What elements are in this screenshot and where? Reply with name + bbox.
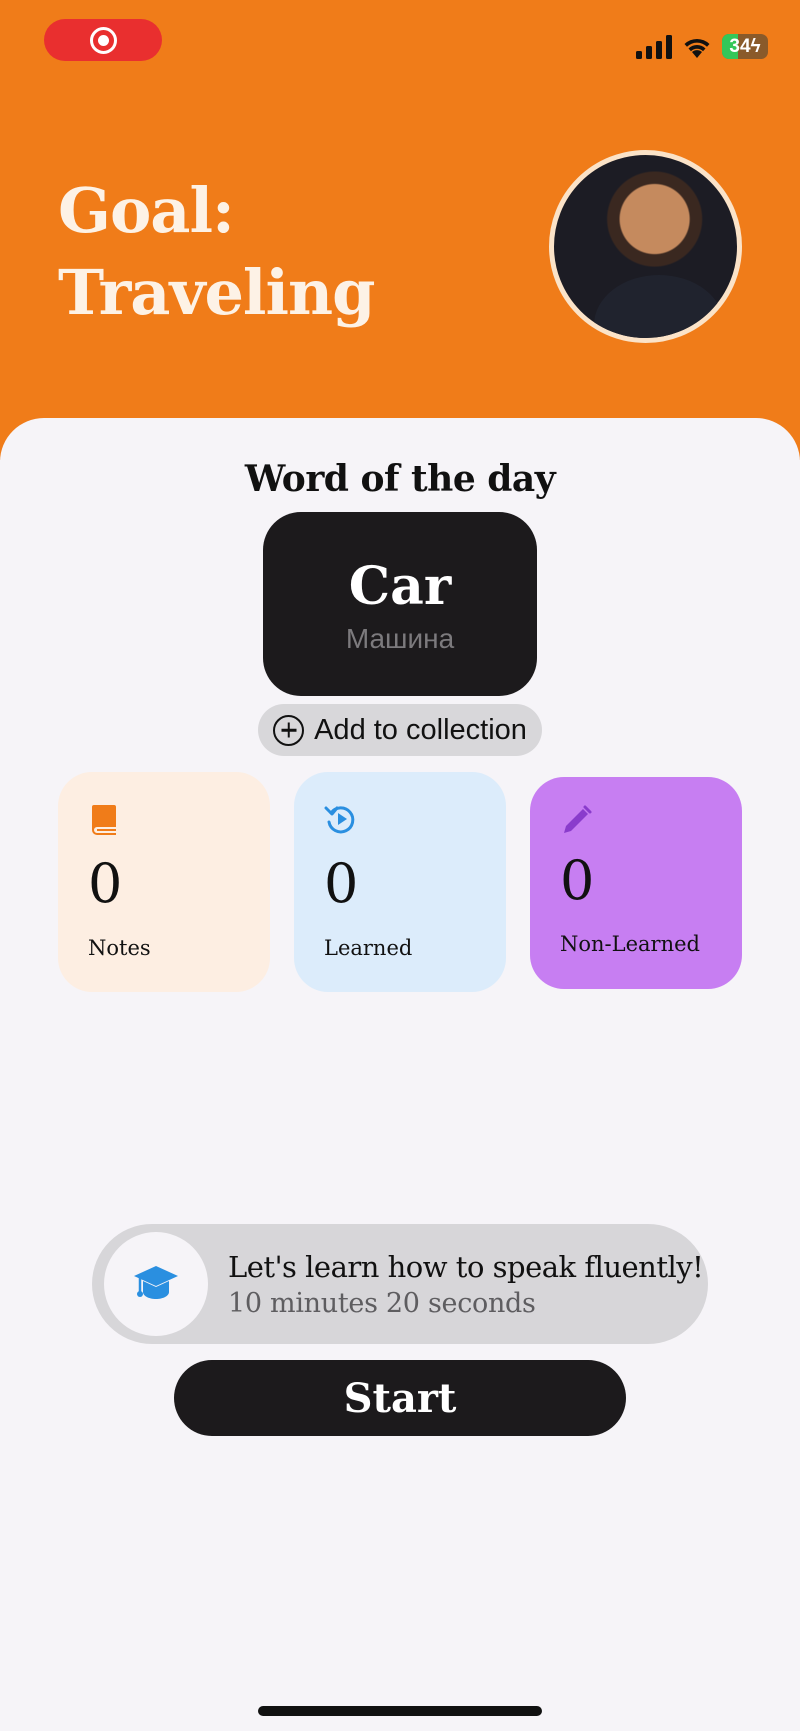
learned-label: Learned	[324, 936, 413, 960]
learned-count: 0	[324, 852, 359, 915]
cellular-signal-icon	[636, 34, 672, 59]
screen-recording-icon	[89, 26, 117, 54]
status-bar-icons: 34ϟ	[636, 34, 768, 59]
battery-indicator: 34ϟ	[722, 34, 768, 59]
word-of-day-heading: Word of the day	[244, 458, 556, 500]
notes-count: 0	[88, 852, 123, 915]
battery-level-text: 34	[729, 35, 751, 57]
home-indicator[interactable]	[258, 1706, 542, 1716]
book-icon	[92, 805, 116, 835]
goal-value: Traveling	[58, 256, 375, 329]
start-button[interactable]: Start	[174, 1360, 626, 1436]
goal-label: Goal:	[58, 174, 235, 247]
learned-stat-card[interactable]: 0 Learned	[294, 772, 506, 992]
lesson-title: Let's learn how to speak fluently!	[228, 1250, 704, 1284]
add-to-collection-label: Add to collection	[314, 713, 527, 746]
notes-label: Notes	[88, 936, 151, 960]
goal-title: Goal: Traveling	[58, 170, 375, 334]
screen-recording-indicator[interactable]	[44, 19, 162, 61]
add-to-collection-button[interactable]: Add to collection	[258, 704, 542, 756]
lesson-icon-circle	[104, 1232, 208, 1336]
charging-bolt-icon: ϟ	[750, 35, 761, 57]
non-learned-stat-card[interactable]: 0 Non-Learned	[530, 777, 742, 989]
lesson-duration: 10 minutes 20 seconds	[228, 1288, 536, 1319]
replay-icon	[324, 806, 355, 834]
pencil-icon	[564, 805, 592, 833]
notes-stat-card[interactable]: 0 Notes	[58, 772, 270, 992]
non-learned-label: Non-Learned	[560, 932, 700, 956]
header-banner: 34ϟ Goal: Traveling	[0, 0, 800, 460]
wifi-icon	[684, 38, 710, 58]
avatar[interactable]	[549, 150, 742, 343]
plus-circle-icon	[273, 714, 305, 746]
lesson-card[interactable]: Let's learn how to speak fluently! 10 mi…	[92, 1224, 708, 1344]
word-text: Car	[348, 556, 452, 617]
non-learned-count: 0	[560, 849, 595, 912]
word-translation: Машина	[345, 623, 455, 654]
word-of-day-card[interactable]: Car Машина	[263, 512, 537, 696]
graduation-cap-icon	[134, 1266, 178, 1299]
